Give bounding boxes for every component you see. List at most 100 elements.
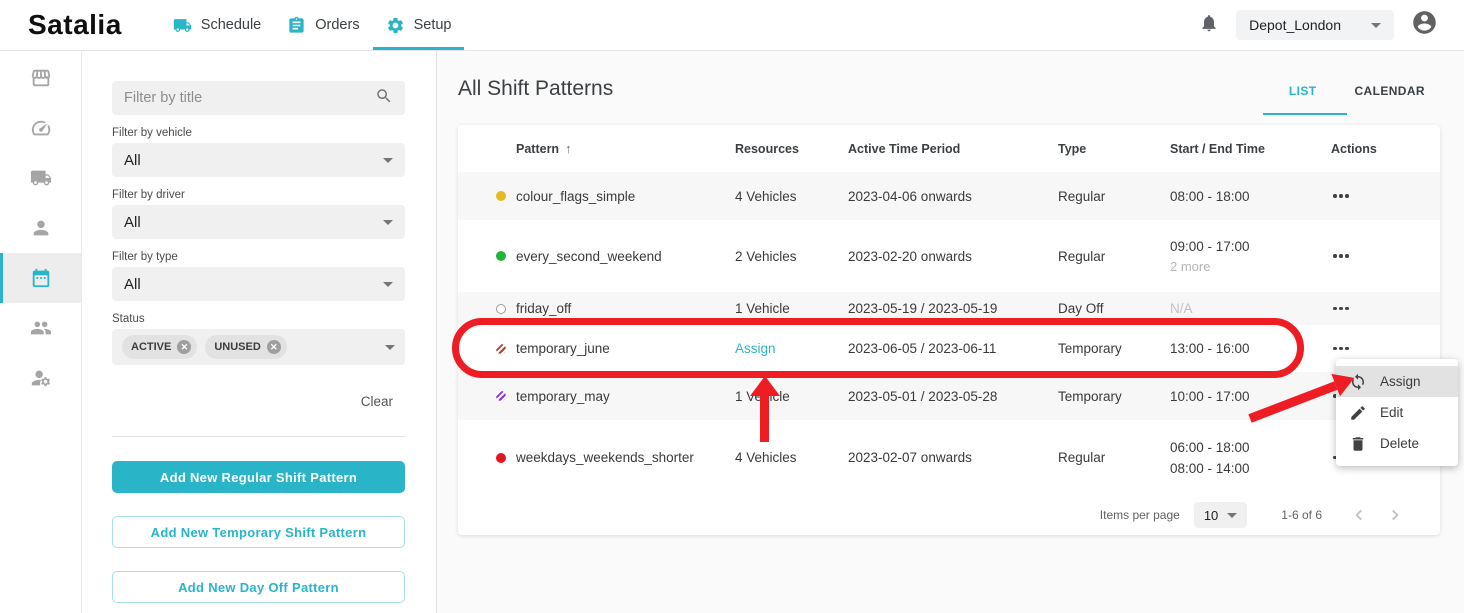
pattern-status-dot xyxy=(496,344,506,354)
column-header[interactable]: Pattern↑ xyxy=(516,141,735,156)
chip-label: UNUSED xyxy=(214,341,260,353)
pattern-status-dot xyxy=(496,391,506,401)
menu-item-edit[interactable]: Edit xyxy=(1336,397,1458,428)
pattern-name: colour_flags_simple xyxy=(516,189,735,204)
table-row-colour_flags_simple: colour_flags_simple4 Vehicles 2023-04-06 … xyxy=(458,172,1440,220)
search-icon[interactable] xyxy=(375,87,393,110)
rail-item-person[interactable] xyxy=(0,203,81,253)
remove-chip-icon[interactable]: ✕ xyxy=(177,340,191,354)
column-header: Resources xyxy=(735,142,848,156)
resources-value: 4 Vehicles xyxy=(735,189,797,204)
resources-value: 1 Vehicle xyxy=(735,389,790,404)
tab-list[interactable]: LIST xyxy=(1289,84,1317,98)
column-header: Actions xyxy=(1331,142,1440,156)
avatar[interactable] xyxy=(1411,9,1438,41)
depot-value: Depot_London xyxy=(1249,17,1341,33)
add-new-day-off-pattern-button[interactable]: Add New Day Off Pattern xyxy=(112,571,405,603)
nav-schedule[interactable]: Schedule xyxy=(160,0,274,50)
rail-item-dashboard[interactable] xyxy=(0,103,81,153)
pattern-status-dot xyxy=(496,304,506,314)
menu-item-label: Assign xyxy=(1380,374,1421,389)
time-value: 08:00 - 14:00 xyxy=(1170,458,1331,479)
main-content: All Shift Patterns LISTCALENDAR Pattern↑… xyxy=(437,51,1464,613)
pattern-name: every_second_weekend xyxy=(516,249,735,264)
remove-chip-icon[interactable]: ✕ xyxy=(267,340,281,354)
status-chip-active: ACTIVE✕ xyxy=(122,335,197,359)
filter-select[interactable]: All xyxy=(112,205,405,239)
calendar-icon xyxy=(30,267,52,289)
table-row-friday_off: friday_off1 Vehicle 2023-05-19 / 2023-05-… xyxy=(458,292,1440,325)
pattern-status-dot xyxy=(496,191,506,201)
pattern-type: Day Off xyxy=(1058,301,1170,316)
column-header: Type xyxy=(1058,142,1170,156)
chevron-down-icon xyxy=(383,158,393,163)
filter-label: Filter by vehicle xyxy=(112,127,405,139)
next-page-button[interactable] xyxy=(1384,504,1406,526)
active-period: 2023-05-19 / 2023-05-19 xyxy=(848,301,1058,316)
active-period: 2023-05-01 / 2023-05-28 xyxy=(848,389,1058,404)
table-body: colour_flags_simple4 Vehicles 2023-04-06 … xyxy=(458,172,1440,495)
pencil-icon xyxy=(1349,404,1367,422)
filter-value: All xyxy=(124,276,141,293)
resources-value: 1 Vehicle xyxy=(735,301,790,316)
filter-select[interactable]: All xyxy=(112,143,405,177)
chevron-down-icon xyxy=(385,345,395,350)
filter-panel: Filter by vehicleAllFilter by driverAllF… xyxy=(82,51,437,613)
status-chip-unused: UNUSED ✕ xyxy=(205,335,286,359)
prev-page-button[interactable] xyxy=(1348,504,1370,526)
depot-selector[interactable]: Depot_London xyxy=(1236,10,1394,40)
pattern-type: Regular xyxy=(1058,450,1170,465)
filter-label: Filter by driver xyxy=(112,189,405,201)
filter-group: Filter by type All xyxy=(112,251,405,301)
filter-dropdowns: Filter by vehicleAllFilter by driverAllF… xyxy=(112,127,405,301)
assign-link[interactable]: Assign xyxy=(735,341,776,356)
pagination: Items per page 10 1-6 of 6 xyxy=(458,495,1440,535)
pattern-type: Temporary xyxy=(1058,341,1170,356)
items-per-page-select[interactable]: 10 xyxy=(1194,502,1247,528)
items-per-page-value: 10 xyxy=(1204,508,1218,523)
column-header: Start / End Time xyxy=(1170,142,1331,156)
chevron-left-icon xyxy=(1348,504,1370,526)
rail-item-store[interactable] xyxy=(0,53,81,103)
items-per-page-label: Items per page xyxy=(1100,508,1180,522)
row-actions-button[interactable] xyxy=(1331,248,1351,264)
menu-item-delete[interactable]: Delete xyxy=(1336,428,1458,459)
add-new-regular-shift-pattern-button[interactable]: Add New Regular Shift Pattern xyxy=(112,461,405,493)
filter-label: Filter by type xyxy=(112,251,405,263)
dashboard-icon xyxy=(30,117,52,139)
avatar-icon xyxy=(1411,9,1438,36)
add-pattern-buttons: Add New Regular Shift Pattern Add New Tem… xyxy=(112,461,405,603)
row-actions-button[interactable] xyxy=(1331,301,1351,317)
person-icon xyxy=(30,217,52,239)
pattern-type: Regular xyxy=(1058,189,1170,204)
pattern-type: Regular xyxy=(1058,249,1170,264)
add-new-temporary-shift-pattern-button[interactable]: Add New Temporary Shift Pattern xyxy=(112,516,405,548)
row-actions-button[interactable] xyxy=(1331,188,1351,204)
topbar-right: Depot_London xyxy=(1199,9,1438,41)
nav-orders[interactable]: Orders xyxy=(274,0,372,50)
chevron-down-icon xyxy=(1371,23,1381,28)
rail-item-manage-accounts[interactable] xyxy=(0,353,81,403)
active-period: 2023-06-05 / 2023-06-11 xyxy=(848,341,1058,356)
clear-filters-button[interactable]: Clear xyxy=(112,394,405,409)
rail-item-calendar[interactable] xyxy=(0,253,81,303)
nav-setup[interactable]: Setup xyxy=(373,0,465,50)
filter-select[interactable]: All xyxy=(112,267,405,301)
table-row-every_second_weekend: every_second_weekend2 Vehicles2023-02-20… xyxy=(458,220,1440,292)
pattern-name: friday_off xyxy=(516,301,735,316)
active-period: 2023-04-06 onwards xyxy=(848,189,1058,204)
store-icon xyxy=(30,67,52,89)
table-row-weekdays_weekends_shorter: weekdays_weekends_shorter4 Vehicles2023-… xyxy=(458,420,1440,495)
table-row-temporary_june: temporary_juneAssign2023-06-05 / 2023-06… xyxy=(458,325,1440,372)
column-header: Active Time Period xyxy=(848,142,1058,156)
rail-item-truck[interactable] xyxy=(0,153,81,203)
status-select[interactable]: ACTIVE✕ UNUSED ✕ xyxy=(112,329,405,365)
menu-item-assign[interactable]: Assign xyxy=(1336,366,1458,397)
search-input[interactable] xyxy=(124,90,375,106)
icon-rail xyxy=(0,51,82,613)
row-actions-button[interactable] xyxy=(1331,341,1351,357)
rail-item-groups[interactable] xyxy=(0,303,81,353)
menu-item-label: Edit xyxy=(1380,405,1403,420)
bell-icon[interactable] xyxy=(1199,13,1219,38)
tab-calendar[interactable]: CALENDAR xyxy=(1354,84,1425,98)
